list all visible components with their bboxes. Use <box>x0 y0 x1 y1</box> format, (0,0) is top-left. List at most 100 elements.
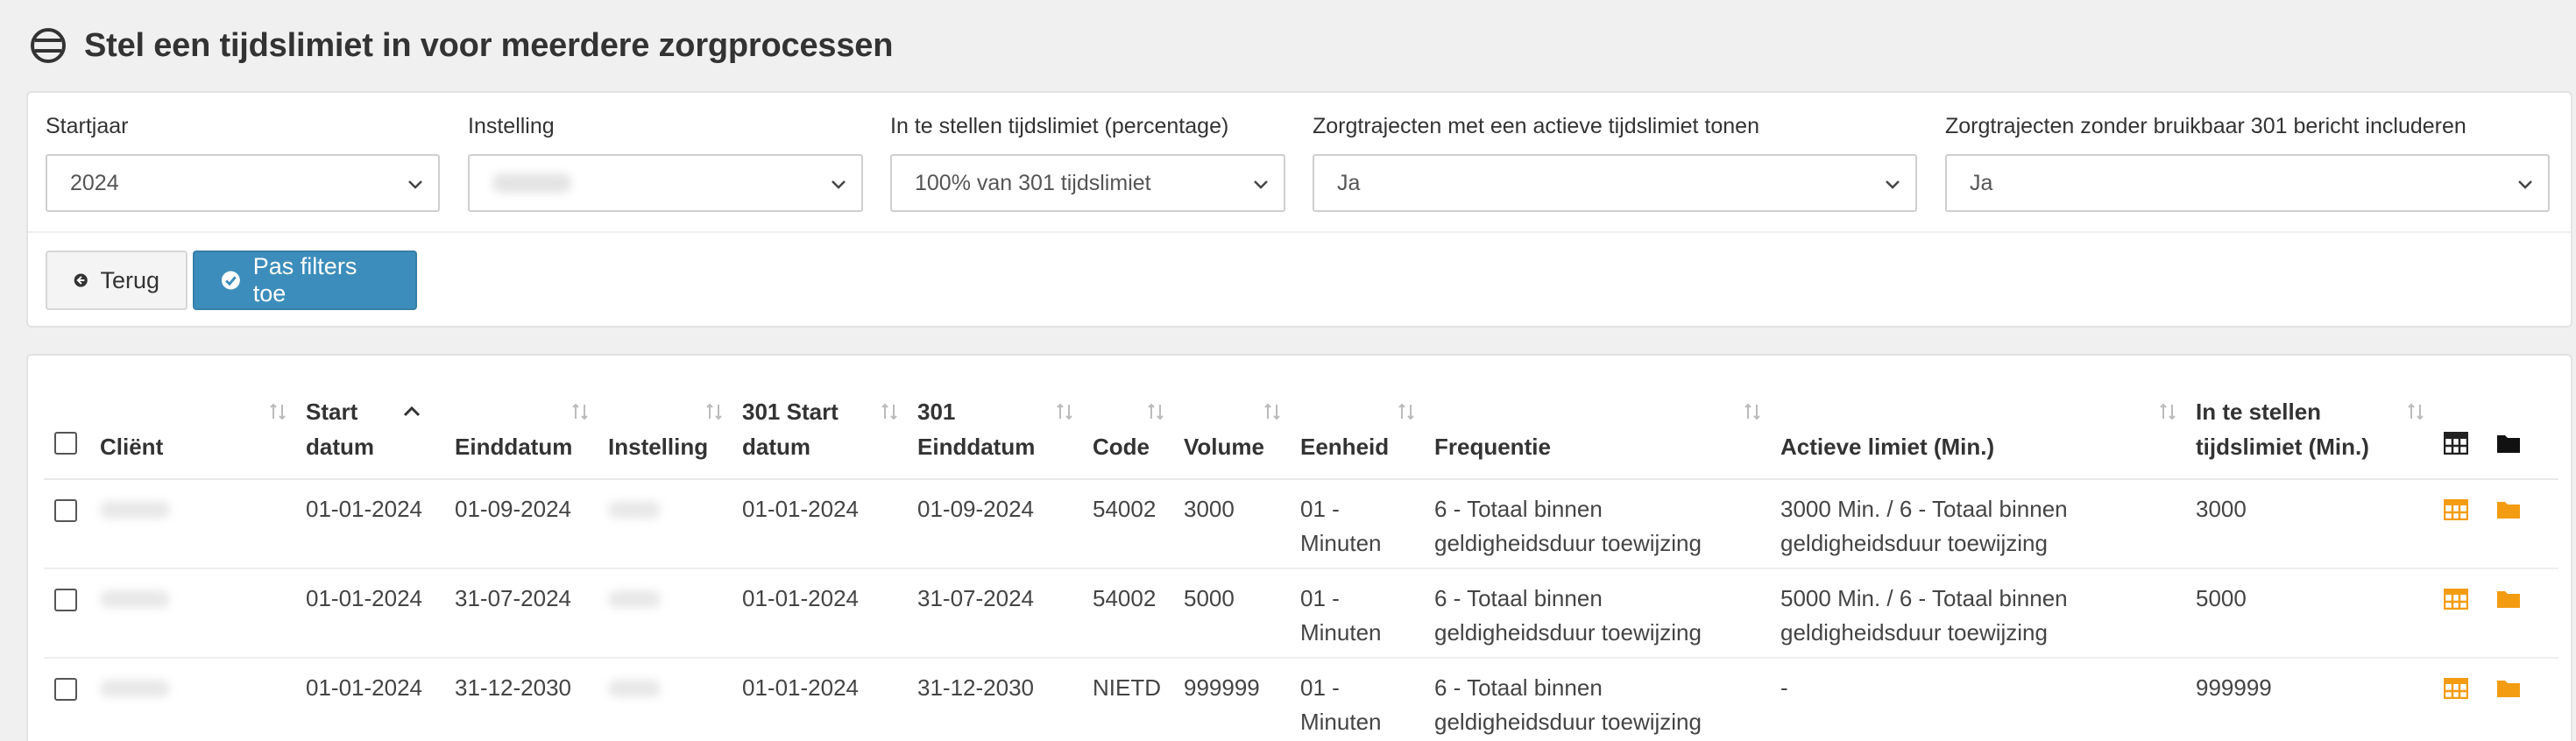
column-header-end-date[interactable]: Einddatum <box>444 394 598 480</box>
cell-in-te-stellen: 3000 <box>2185 479 2433 569</box>
cell-301-end-date: 01-09-2024 <box>907 479 1082 569</box>
table-row[interactable]: 01-01-2024 31-07-2024 01-01-2024 31-07-2… <box>44 568 2558 659</box>
cell-actieve-limiet: 5000 Min. / 6 - Totaal binnen geldigheid… <box>1770 568 2185 659</box>
row-select-cell <box>44 568 89 659</box>
column-header-eenheid[interactable]: Eenheid <box>1290 394 1424 480</box>
column-header-line2: Code <box>1093 434 1150 460</box>
apply-filters-label: Pas filters toe <box>252 253 357 307</box>
cell-start-date: 01-01-2024 <box>295 479 444 569</box>
column-header-line2: Einddatum <box>455 434 573 460</box>
cell-301-start-date: 01-01-2024 <box>732 568 907 659</box>
column-header-line2: Actieve limiet (Min.) <box>1780 434 1995 460</box>
cell-in-te-stellen: 999999 <box>2185 658 2433 741</box>
cell-folder-action <box>2486 658 2558 741</box>
cell-end-date: 31-07-2024 <box>444 568 598 659</box>
column-header-code[interactable]: Code <box>1082 394 1173 480</box>
cell-start-date: 01-01-2024 <box>295 568 444 659</box>
cell-code: 54002 <box>1082 568 1173 659</box>
chevron-down-icon <box>1254 180 1268 189</box>
table-icon <box>2443 431 2469 455</box>
cell-table-action <box>2433 479 2486 569</box>
column-header-line2: Einddatum <box>917 434 1036 460</box>
cell-301-start-date: 01-01-2024 <box>732 479 907 569</box>
column-header-client[interactable]: Cliënt <box>89 394 295 480</box>
folder-icon[interactable] <box>2496 678 2521 699</box>
column-header-instelling[interactable]: Instelling <box>598 394 732 480</box>
table-row[interactable]: 01-01-2024 31-12-2030 01-01-2024 31-12-2… <box>44 658 2558 741</box>
cell-table-action <box>2433 658 2486 741</box>
column-header-line2: Cliënt <box>100 434 164 460</box>
table-icon[interactable] <box>2443 498 2469 521</box>
column-header-line1: 301 <box>917 399 956 425</box>
sort-icon <box>2160 403 2176 420</box>
filter-divider <box>28 231 2571 233</box>
page-title: Stel een tijdslimiet in voor meerdere zo… <box>84 26 894 64</box>
instelling-select[interactable] <box>468 154 863 212</box>
select-value: 2024 <box>70 170 119 195</box>
column-header-line2: Volume <box>1184 434 1264 460</box>
folder-icon[interactable] <box>2496 499 2521 520</box>
column-header-line2: Instelling <box>608 434 709 460</box>
table-card: Cliënt Start datum Einddatum Instelling <box>26 354 2572 741</box>
table-icon[interactable] <box>2443 677 2469 700</box>
column-header-301-start-date[interactable]: 301 Start datum <box>732 394 907 480</box>
sort-icon <box>270 403 286 420</box>
column-header-volume[interactable]: Volume <box>1173 394 1290 480</box>
column-header-line2: datum <box>306 434 374 460</box>
cell-frequentie: 6 - Totaal binnen geldigheidsduur toewij… <box>1424 568 1770 659</box>
sort-icon <box>706 403 722 420</box>
row-checkbox[interactable] <box>54 589 77 611</box>
column-header-start-date[interactable]: Start datum <box>295 394 444 480</box>
filter-startjaar: Startjaar 2024 <box>46 110 440 212</box>
select-all-checkbox[interactable] <box>54 432 77 455</box>
row-checkbox[interactable] <box>54 678 77 701</box>
percentage-select[interactable]: 100% van 301 tijdslimiet <box>890 154 1285 212</box>
column-header-line1: 301 Start <box>742 399 839 425</box>
chevron-down-icon <box>408 180 422 189</box>
select-value: Ja <box>1970 170 1993 195</box>
apply-filters-button[interactable]: Pas filters toe <box>193 251 417 310</box>
back-button-label: Terug <box>100 266 159 293</box>
column-header-frequentie[interactable]: Frequentie <box>1424 394 1770 480</box>
sort-icon <box>1264 403 1280 420</box>
column-header-table-icon <box>2433 394 2486 480</box>
cell-frequentie: 6 - Totaal binnen geldigheidsduur toewij… <box>1424 479 1770 569</box>
folder-icon[interactable] <box>2496 589 2521 610</box>
table-row[interactable]: 01-01-2024 01-09-2024 01-01-2024 01-09-2… <box>44 479 2558 569</box>
filter-label: Instelling <box>468 114 555 138</box>
redacted-value <box>100 590 170 608</box>
startjaar-select[interactable]: 2024 <box>46 154 440 212</box>
cell-in-te-stellen: 5000 <box>2185 568 2433 659</box>
cell-eenheid: 01 - Minuten <box>1290 658 1424 741</box>
cell-frequentie: 6 - Totaal binnen geldigheidsduur toewij… <box>1424 658 1770 741</box>
check-circle-icon <box>221 271 240 290</box>
filter-zonder-301: Zorgtrajecten zonder bruikbaar 301 beric… <box>1945 110 2550 212</box>
cell-end-date: 01-09-2024 <box>444 479 598 569</box>
redacted-value <box>608 501 661 519</box>
sort-icon <box>881 403 897 420</box>
table-header-row: Cliënt Start datum Einddatum Instelling <box>44 394 2558 480</box>
chevron-down-icon <box>832 180 846 189</box>
chevron-down-icon <box>2518 180 2532 189</box>
zonder-301-select[interactable]: Ja <box>1945 154 2550 212</box>
column-header-line2: datum <box>742 434 810 460</box>
table-icon[interactable] <box>2443 588 2469 610</box>
column-header-in-te-stellen[interactable]: In te stellen tijdslimiet (Min.) <box>2185 394 2433 480</box>
cell-code: NIETD <box>1082 658 1173 741</box>
cell-folder-action <box>2486 568 2558 659</box>
sort-icon <box>1744 403 1760 420</box>
cell-eenheid: 01 - Minuten <box>1290 568 1424 659</box>
cell-start-date: 01-01-2024 <box>295 658 444 741</box>
select-value: Ja <box>1337 170 1361 195</box>
column-header-actieve-limiet[interactable]: Actieve limiet (Min.) <box>1770 394 2185 480</box>
back-button[interactable]: Terug <box>46 251 188 310</box>
row-checkbox[interactable] <box>54 499 77 522</box>
cell-instelling <box>598 658 732 741</box>
cell-volume: 999999 <box>1173 658 1290 741</box>
chevron-down-icon <box>1886 180 1900 189</box>
folder-icon <box>2497 435 2520 453</box>
redacted-value <box>492 173 571 193</box>
sort-icon <box>1057 403 1072 420</box>
column-header-301-end-date[interactable]: 301 Einddatum <box>907 394 1082 480</box>
actieve-tijdslimiet-select[interactable]: Ja <box>1313 154 1917 212</box>
